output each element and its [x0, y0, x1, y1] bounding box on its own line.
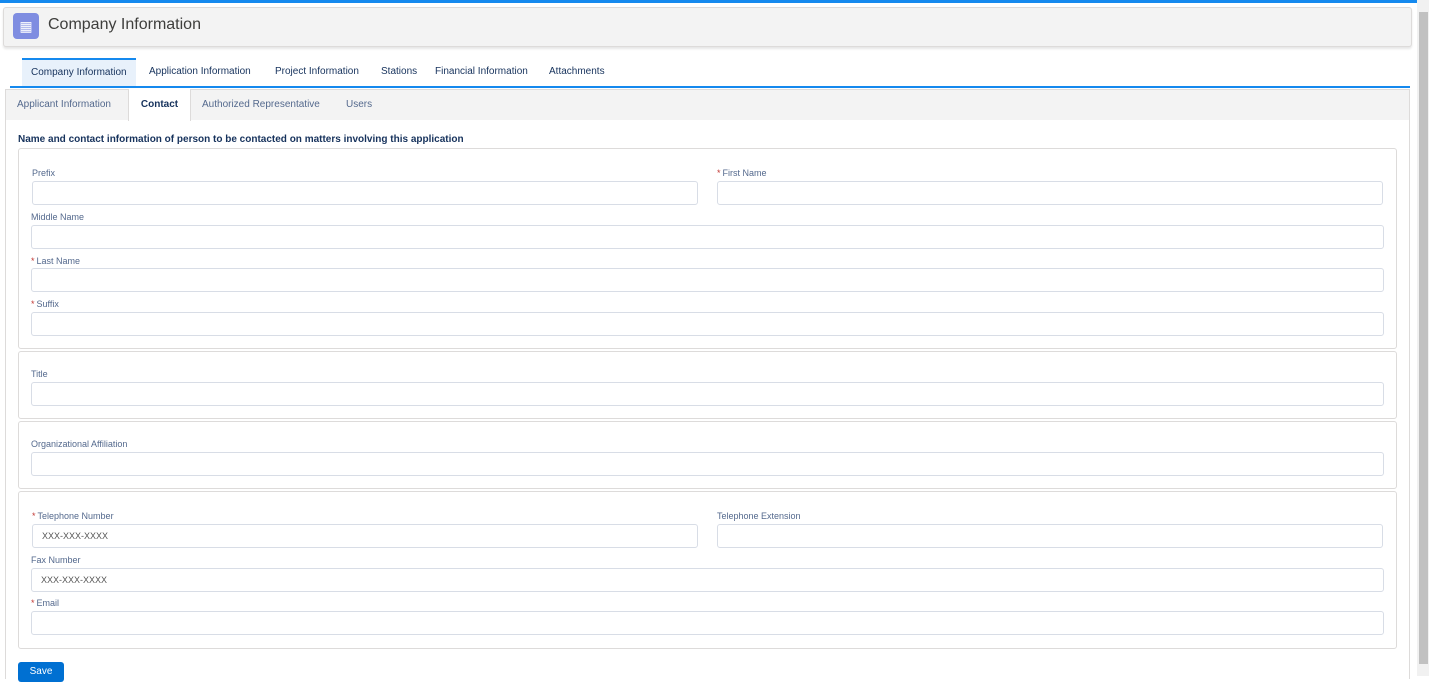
subtab-contact[interactable]: Contact	[128, 89, 191, 121]
required-marker: *	[31, 256, 35, 266]
first-name-label-text: First Name	[722, 168, 767, 178]
suffix-label-text: Suffix	[36, 299, 59, 309]
tab-application-information[interactable]: Application Information	[140, 58, 260, 86]
subtab-users[interactable]: Users	[346, 89, 372, 120]
suffix-input[interactable]	[31, 312, 1384, 336]
prefix-label: Prefix	[32, 168, 56, 178]
tab-project-information[interactable]: Project Information	[266, 58, 368, 86]
email-label-text: Email	[36, 598, 60, 608]
subtab-authorized-representative[interactable]: Authorized Representative	[202, 89, 320, 120]
scrollbar-thumb[interactable]	[1419, 12, 1428, 664]
top-accent-bar	[0, 0, 1429, 3]
save-button[interactable]: Save	[18, 662, 64, 682]
tab-stations[interactable]: Stations	[372, 58, 426, 86]
last-name-label: * Last Name	[31, 256, 80, 266]
middle-name-input[interactable]	[31, 225, 1384, 249]
building-icon: ▦	[13, 13, 39, 39]
telephone-input[interactable]	[32, 524, 698, 548]
email-label: * Email	[31, 598, 59, 608]
organizational-affiliation-label: Organizational Affiliation	[31, 439, 128, 449]
page-title: Company Information	[48, 16, 201, 33]
organizational-affiliation-input[interactable]	[31, 452, 1384, 476]
tab-company-information[interactable]: Company Information	[22, 58, 136, 86]
tab-attachments[interactable]: Attachments	[540, 58, 614, 86]
section-heading: Name and contact information of person t…	[18, 134, 464, 145]
subtab-applicant-information[interactable]: Applicant Information	[17, 89, 111, 120]
telephone-extension-label: Telephone Extension	[717, 511, 801, 521]
title-label: Title	[31, 369, 48, 379]
required-marker: *	[31, 299, 35, 309]
first-name-input[interactable]	[717, 181, 1383, 205]
suffix-label: * Suffix	[31, 299, 59, 309]
email-input[interactable]	[31, 611, 1384, 635]
fax-input[interactable]	[31, 568, 1384, 592]
page-header	[3, 7, 1412, 47]
middle-name-label: Middle Name	[31, 212, 85, 222]
required-marker: *	[717, 168, 721, 178]
fax-label: Fax Number	[31, 555, 81, 565]
required-marker: *	[31, 598, 35, 608]
telephone-label: * Telephone Number	[32, 511, 114, 521]
first-name-label: * First Name	[717, 168, 767, 178]
last-name-input[interactable]	[31, 268, 1384, 292]
telephone-extension-input[interactable]	[717, 524, 1383, 548]
last-name-label-text: Last Name	[36, 256, 81, 266]
required-marker: *	[32, 511, 36, 521]
tab-divider	[10, 86, 1410, 88]
prefix-input[interactable]	[32, 181, 698, 205]
tab-financial-information[interactable]: Financial Information	[426, 58, 537, 86]
telephone-label-text: Telephone Number	[37, 511, 114, 521]
title-input[interactable]	[31, 382, 1384, 406]
